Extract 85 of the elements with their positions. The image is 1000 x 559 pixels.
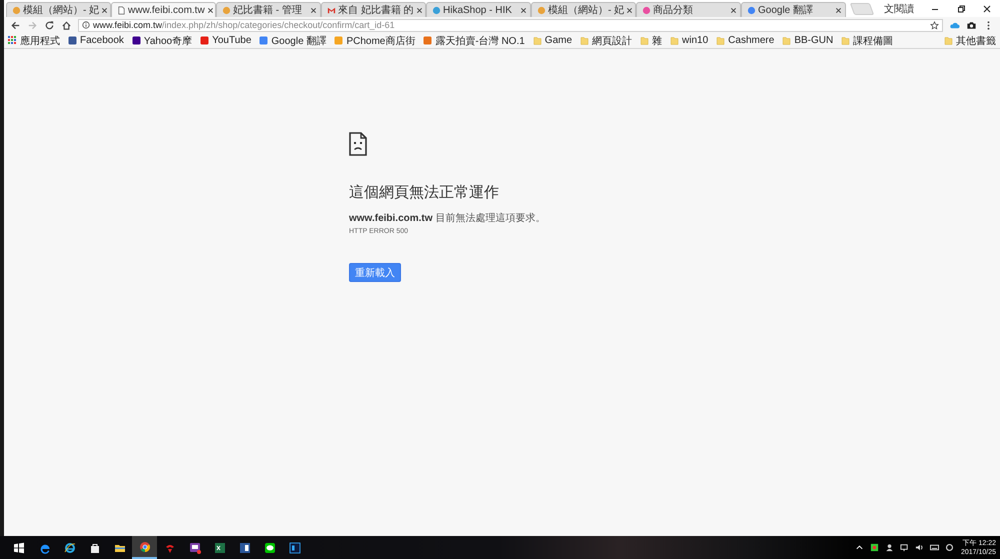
site-icon — [132, 36, 141, 45]
spreadsheet-icon — [214, 542, 226, 554]
close-icon[interactable] — [416, 6, 423, 14]
browser-tab[interactable]: HikaShop - HIK — [426, 2, 531, 17]
site-icon — [432, 6, 441, 14]
site-icon — [747, 6, 756, 14]
browser-tab[interactable]: www.feibi.com.tw — [111, 2, 216, 17]
site-icon — [12, 6, 21, 14]
chat-bubble-icon — [264, 542, 276, 554]
chat-app-icon — [188, 542, 200, 554]
site-icon — [642, 6, 651, 14]
ie-browser-icon — [64, 542, 76, 554]
windows-start-icon[interactable] — [13, 542, 25, 554]
bookmark[interactable]: Google 翻譯 — [259, 34, 326, 48]
bookmark[interactable]: 應用程式 — [8, 34, 60, 48]
bookmark[interactable]: Facebook — [68, 35, 124, 46]
close-icon[interactable] — [982, 4, 992, 14]
close-icon[interactable] — [310, 6, 317, 14]
site-icon — [222, 6, 231, 14]
browser-tab[interactable]: 模組（網站）- 妃 — [6, 2, 111, 17]
close-icon[interactable] — [730, 6, 737, 14]
close-icon[interactable] — [626, 6, 634, 14]
folder-icon — [580, 36, 590, 45]
network-icon[interactable] — [900, 543, 909, 552]
folder-icon — [640, 36, 650, 45]
page-icon — [117, 6, 126, 14]
bookmark[interactable]: Cashmere — [716, 35, 774, 46]
keyboard-icon[interactable] — [930, 543, 939, 552]
close-icon[interactable] — [520, 6, 527, 14]
error-title: 這個網頁無法正常運作 — [349, 183, 500, 202]
site-icon — [259, 36, 268, 45]
profile-name[interactable]: 文閱讀 — [884, 2, 914, 16]
restore-icon[interactable] — [956, 4, 966, 14]
star-icon[interactable] — [930, 20, 939, 30]
bookmark[interactable]: BB-GUN — [782, 35, 834, 46]
bookmark[interactable]: 課程備圖 — [841, 34, 894, 48]
browser-tab[interactable]: 來自 妃比書籍 的 — [321, 2, 426, 17]
bookmark[interactable]: 雜 — [640, 34, 662, 48]
sync-icon[interactable] — [944, 543, 954, 552]
reload-icon[interactable] — [44, 20, 55, 30]
folder-icon — [532, 36, 542, 45]
store-bag-icon — [88, 542, 100, 554]
bookmark[interactable]: YouTube — [200, 35, 252, 46]
chat-tray-icon[interactable] — [870, 543, 879, 552]
browser-tab[interactable]: 模組（網站）- 妃 — [531, 2, 636, 17]
reload-button[interactable]: 重新載入 — [349, 263, 401, 282]
taskbar-app[interactable] — [132, 536, 157, 559]
bookmark[interactable]: 網頁設計 — [580, 34, 632, 48]
site-icon — [200, 36, 210, 45]
bookmark[interactable]: 其他書籤 — [944, 34, 996, 48]
image-editor-icon — [288, 542, 300, 554]
browser-tab[interactable]: 商品分類 — [636, 2, 741, 17]
folder-icon — [944, 36, 953, 45]
apps-grid-icon — [8, 36, 17, 45]
close-icon[interactable] — [835, 6, 842, 14]
home-icon[interactable] — [61, 20, 72, 30]
chrome-icon — [138, 540, 150, 552]
folder-icon — [716, 36, 726, 45]
volume-icon[interactable] — [914, 543, 924, 552]
document-icon — [238, 542, 250, 554]
site-icon — [537, 6, 546, 14]
bookmark[interactable]: win10 — [670, 35, 708, 46]
close-icon[interactable] — [206, 6, 214, 14]
bookmark[interactable]: PChome商店街 — [334, 34, 416, 48]
folder-icon — [782, 36, 792, 45]
folder-icon — [841, 36, 850, 45]
sad-page-icon — [349, 132, 367, 156]
person-icon[interactable] — [884, 543, 894, 552]
mail-icon — [327, 6, 336, 14]
info-icon[interactable] — [82, 21, 90, 29]
site-icon — [68, 36, 77, 45]
caret-icon[interactable] — [854, 543, 864, 552]
bookmark[interactable]: Yahoo奇摩 — [132, 34, 192, 48]
camera-icon[interactable] — [966, 20, 977, 30]
folder-icon — [670, 36, 680, 45]
bookmark[interactable]: 露天拍賣-台灣 NO.1 — [423, 34, 525, 48]
error-message: www.feibi.com.tw 目前無法處理這項要求。 — [349, 212, 546, 225]
site-icon — [334, 36, 344, 45]
site-icon — [423, 36, 432, 45]
browser-tab[interactable]: Google 翻譯 — [741, 2, 846, 17]
address-bar[interactable]: www.feibi.com.tw/index.php/zh/shop/categories/checkout/confirm/cart_id-61 — [78, 18, 943, 32]
close-icon[interactable] — [101, 6, 108, 14]
bookmark[interactable]: Game — [532, 35, 572, 46]
back-icon[interactable] — [10, 20, 21, 30]
browser-tab[interactable]: 妃比書籍 - 管理 — [216, 2, 321, 17]
